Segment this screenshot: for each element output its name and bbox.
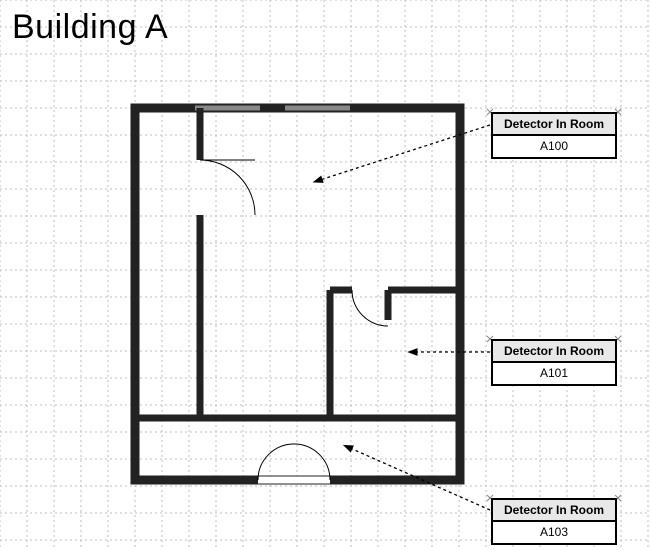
drawing-canvas: Building A — [0, 0, 650, 550]
callout-header: Detector In Room — [493, 114, 615, 136]
callout-header: Detector In Room — [493, 500, 615, 522]
callout-grips — [487, 109, 621, 501]
callout-value: A100 — [493, 136, 615, 157]
floor-plan — [0, 0, 650, 550]
door-arcs — [200, 160, 388, 480]
callout-a100[interactable]: Detector In Room A100 — [491, 112, 617, 159]
callout-a103[interactable]: Detector In Room A103 — [491, 498, 617, 545]
callout-value: A101 — [493, 363, 615, 384]
callout-header: Detector In Room — [493, 341, 615, 363]
callout-value: A103 — [493, 522, 615, 543]
inner-walls — [135, 108, 460, 480]
outer-walls — [135, 108, 460, 480]
callout-a101[interactable]: Detector In Room A101 — [491, 339, 617, 386]
